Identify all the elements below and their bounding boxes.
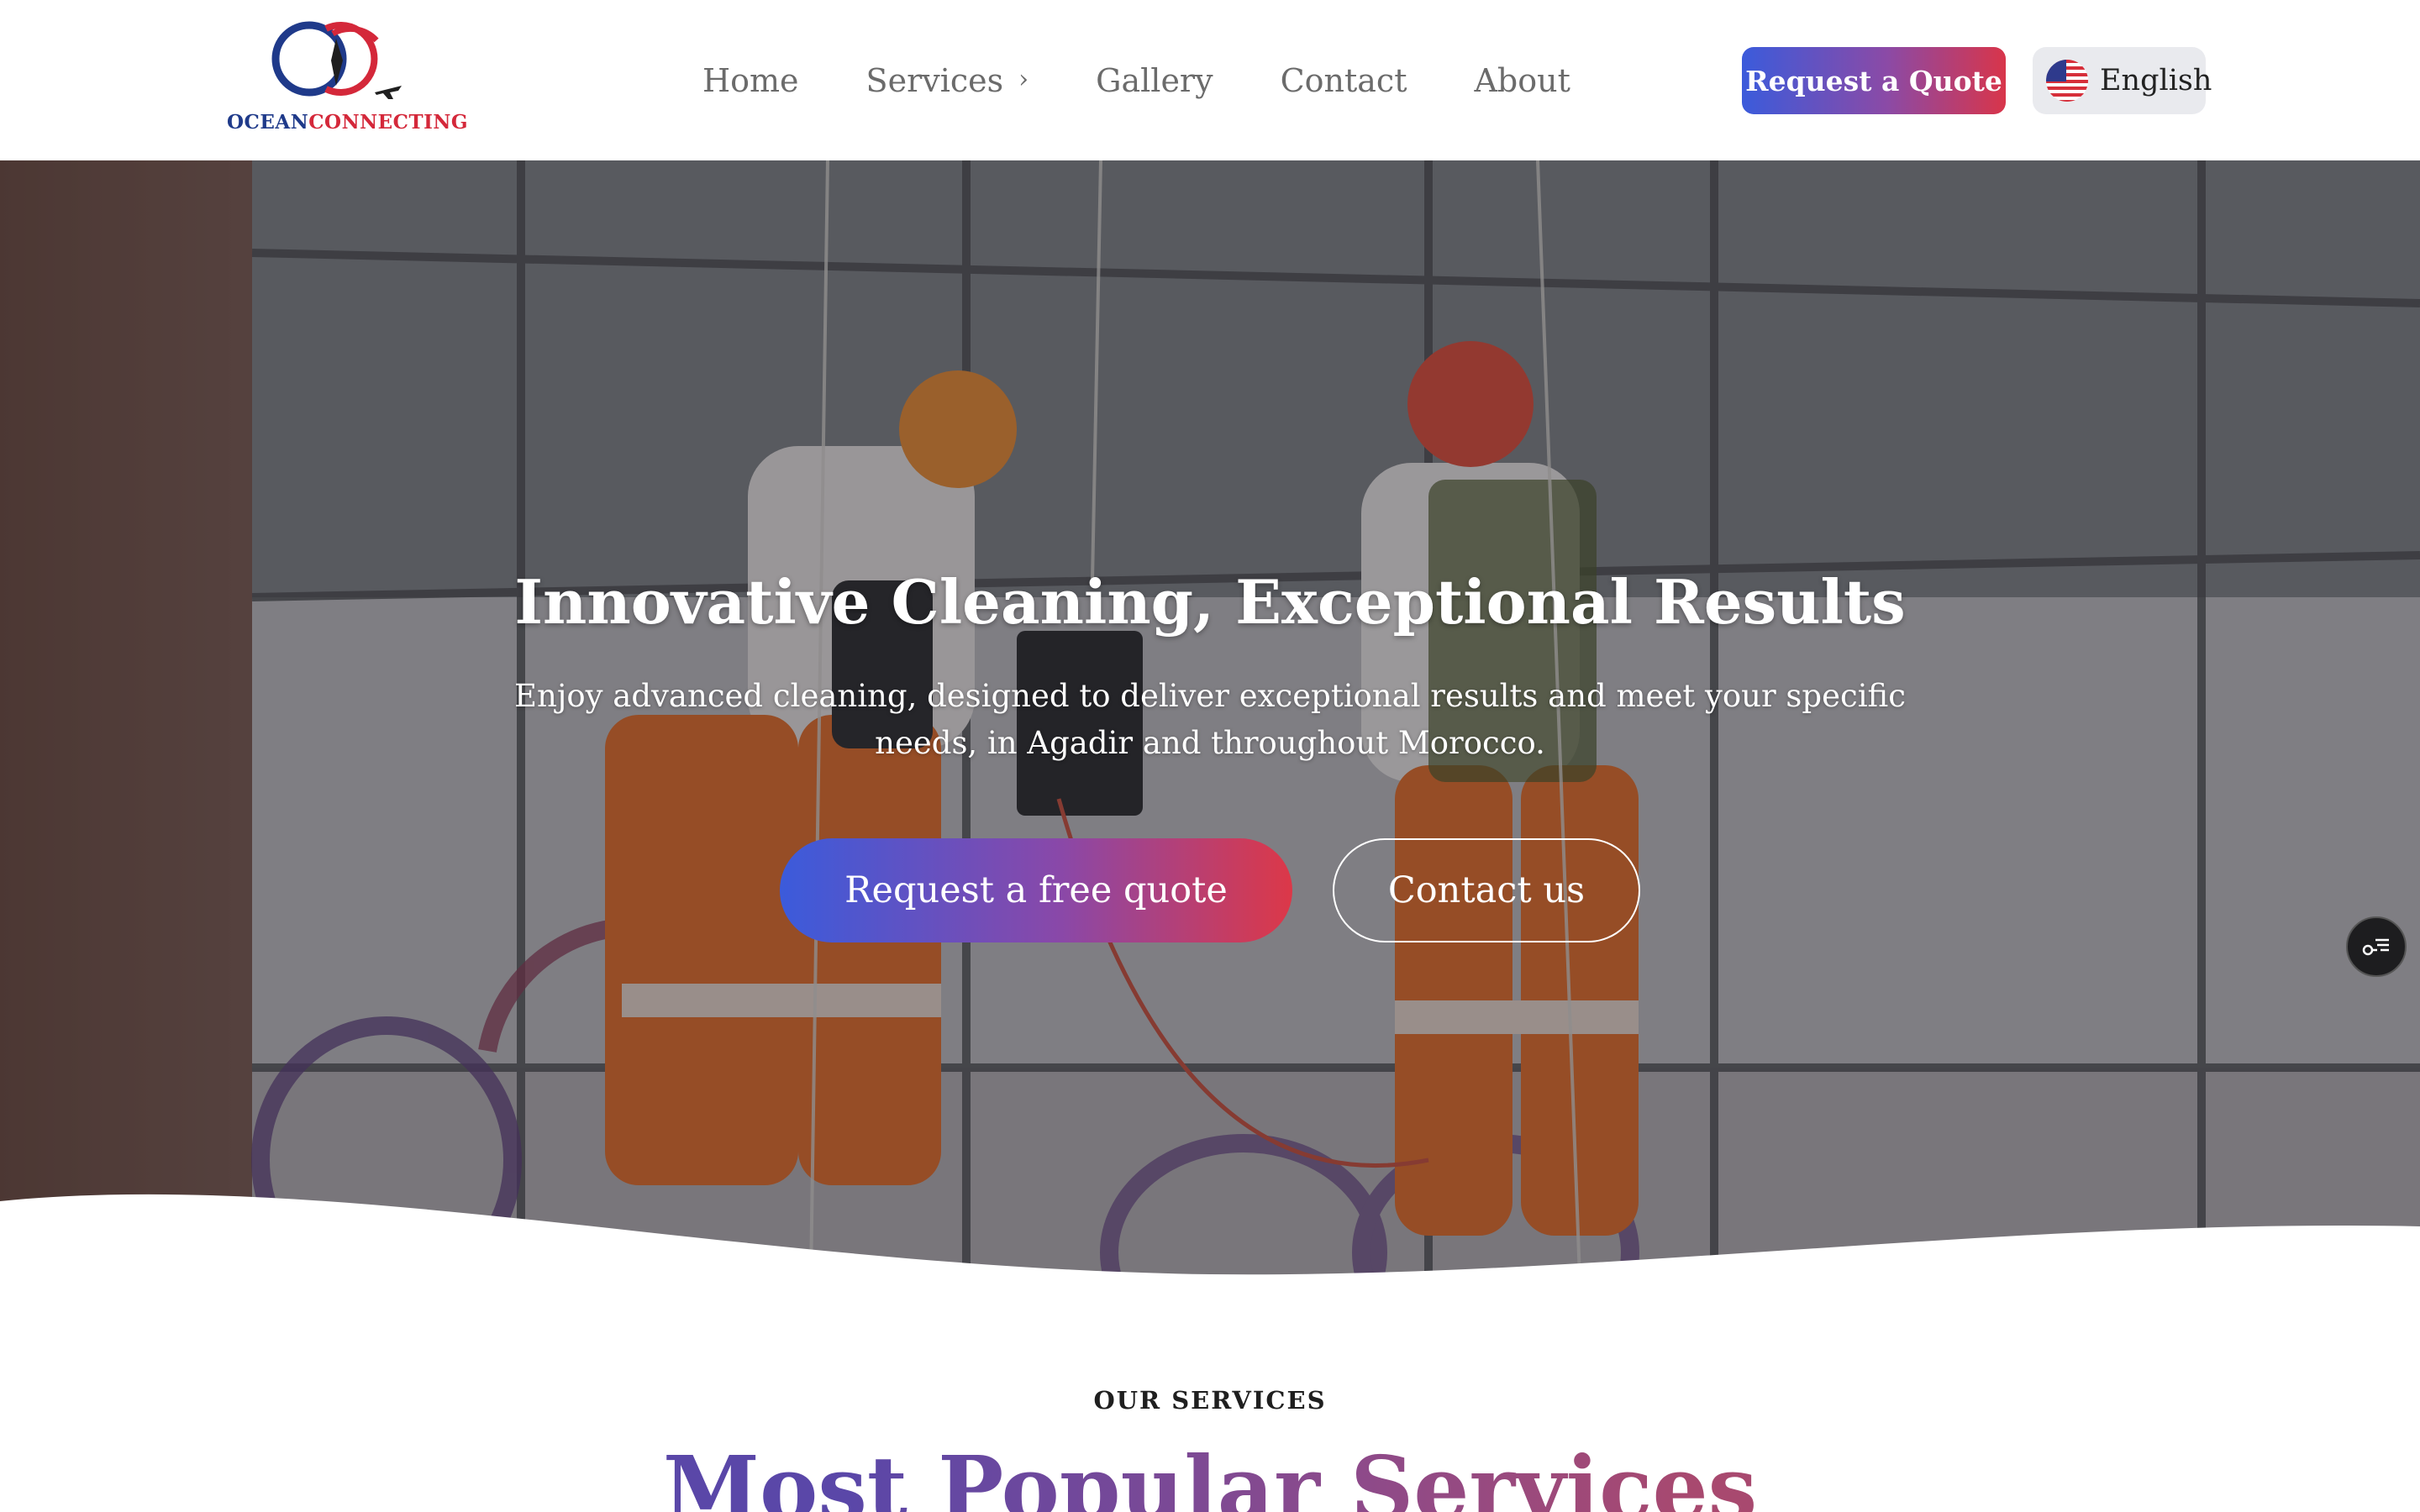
hero-title: Innovative Cleaning, Exceptional Results — [514, 566, 1906, 638]
nav-contact[interactable]: Contact — [1281, 62, 1407, 99]
services-title: Most Popular Services — [0, 1436, 2420, 1512]
site-header: OCEANCONNECTING Home Services › Gallery C… — [0, 0, 2420, 160]
nav-gallery-label: Gallery — [1096, 62, 1213, 99]
nav-about-label: About — [1474, 62, 1570, 99]
request-quote-button[interactable]: Request a Quote — [1742, 47, 2006, 114]
nav-services-label: Services — [865, 62, 1004, 99]
services-eyebrow: OUR SERVICES — [1093, 1386, 1327, 1415]
nav-services[interactable]: Services › — [866, 62, 1029, 99]
request-quote-label: Request a Quote — [1745, 64, 2002, 97]
nav-home-label: Home — [702, 62, 799, 99]
language-selector[interactable]: English — [2033, 47, 2212, 114]
contact-us-label: Contact us — [1387, 869, 1586, 911]
nav-contact-label: Contact — [1280, 62, 1407, 99]
request-free-quote-button[interactable]: Request a free quote — [780, 838, 1292, 942]
hero-section: Innovative Cleaning, Exceptional Results… — [0, 160, 2420, 1278]
nav-home[interactable]: Home — [702, 62, 799, 99]
request-free-quote-label: Request a free quote — [844, 869, 1228, 911]
logo-word-connecting: CONNECTING — [308, 111, 469, 134]
logo-word-ocean: OCEAN — [227, 111, 309, 134]
nav-gallery[interactable]: Gallery — [1096, 62, 1213, 99]
us-flag-icon — [2046, 60, 2088, 102]
page: OCEANCONNECTING Home Services › Gallery C… — [0, 0, 2420, 1512]
logo-rings-icon — [271, 21, 402, 99]
chevron-right-icon: › — [1018, 64, 1029, 94]
hero-subtitle: Enjoy advanced cleaning, designed to del… — [514, 678, 1906, 761]
main-nav: Home Services › Gallery Contact About — [702, 55, 1638, 106]
language-label: English — [2100, 64, 2212, 97]
nav-about[interactable]: About — [1474, 62, 1570, 99]
brand-logo[interactable]: OCEANCONNECTING — [224, 12, 468, 134]
contact-us-button[interactable]: Contact us — [1333, 838, 1640, 942]
floating-widget-button[interactable] — [2346, 916, 2407, 977]
key-menu-icon — [2362, 938, 2389, 956]
logo-wordmark: OCEANCONNECTING — [227, 111, 468, 134]
